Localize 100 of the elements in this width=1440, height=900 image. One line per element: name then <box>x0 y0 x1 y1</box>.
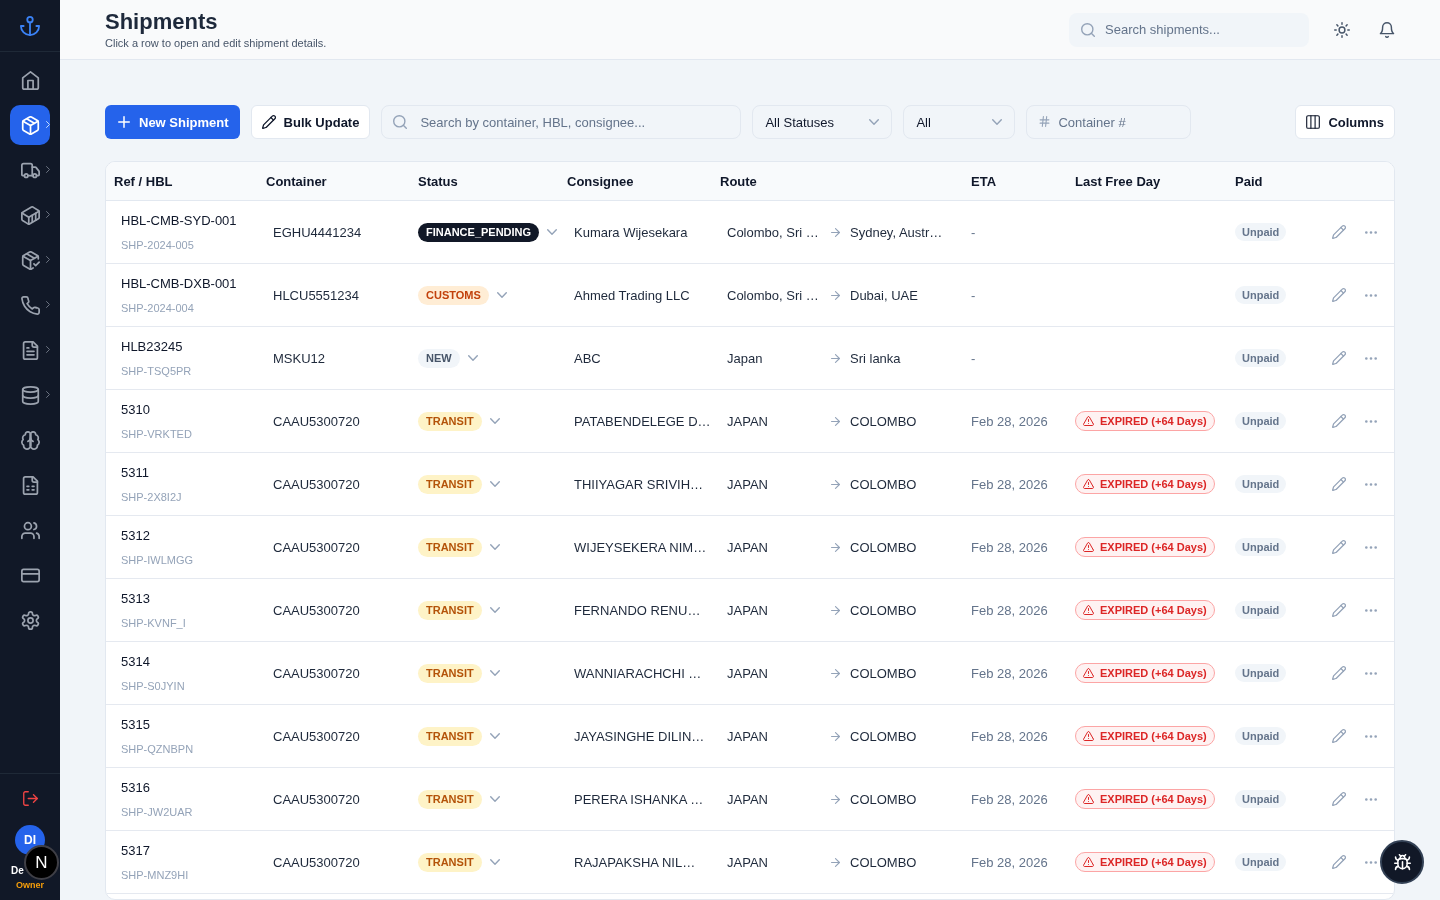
consignee-name: PERERA ISHANKA … <box>574 791 704 807</box>
route-destination: COLOMBO <box>850 476 917 492</box>
chevron-down-icon[interactable] <box>489 607 500 613</box>
ellipsis-icon[interactable] <box>1365 482 1377 486</box>
warning-icon <box>1083 479 1094 489</box>
bug-report-button[interactable] <box>1380 840 1424 884</box>
chevron-down-icon[interactable] <box>467 355 478 361</box>
pencil-icon[interactable] <box>1332 729 1346 743</box>
expired-badge: EXPIRED (+64 Days) <box>1075 726 1215 746</box>
users-icon <box>20 520 40 540</box>
eta-date: - <box>971 224 976 240</box>
payment-status-badge: Unpaid <box>1235 538 1287 556</box>
sidebar-item[interactable] <box>10 105 50 145</box>
bug-icon <box>1393 853 1411 871</box>
pencil-icon[interactable] <box>1332 792 1346 806</box>
package-icon <box>20 115 40 135</box>
logout-icon <box>22 790 38 806</box>
search-field[interactable]: Search shipments... <box>1069 12 1309 47</box>
shipment-id: SHP-QZNBPN <box>121 741 194 756</box>
ellipsis-icon[interactable] <box>1365 419 1377 423</box>
ref-number: 5312 <box>121 527 150 544</box>
ellipsis-icon[interactable] <box>1365 797 1377 801</box>
route-origin: Colombo, Sri … <box>727 224 820 240</box>
eta-date: Feb 28, 2026 <box>971 791 1048 807</box>
pencil-icon[interactable] <box>1332 540 1346 554</box>
filter-select[interactable]: All <box>903 105 1016 139</box>
expired-badge: EXPIRED (+64 Days) <box>1075 852 1215 872</box>
ellipsis-icon[interactable] <box>1365 608 1377 612</box>
ref-number: 5317 <box>121 842 150 859</box>
eta-date: Feb 28, 2026 <box>971 539 1048 555</box>
logout-button[interactable] <box>20 788 40 808</box>
arrow-right-icon <box>831 227 840 237</box>
ellipsis-icon[interactable] <box>1365 671 1377 675</box>
ellipsis-icon[interactable] <box>1365 356 1377 360</box>
truck-icon <box>20 160 40 180</box>
warning-icon <box>1083 605 1094 615</box>
chevron-down-icon[interactable] <box>489 670 500 676</box>
chevron-down-icon[interactable] <box>489 733 500 739</box>
ellipsis-icon[interactable] <box>1365 860 1377 864</box>
ellipsis-icon[interactable] <box>1365 734 1377 738</box>
chevron-right-icon <box>46 301 50 308</box>
ellipsis-icon[interactable] <box>1365 230 1377 234</box>
ref-number: 5313 <box>121 590 150 607</box>
chevron-down-icon[interactable] <box>496 292 507 298</box>
consignee-name: Ahmed Trading LLC <box>574 287 690 303</box>
container-number: CAAU5300720 <box>273 665 360 681</box>
shipment-id: SHP-S0JYIN <box>121 678 185 693</box>
warning-icon <box>1083 416 1094 426</box>
container-number: CAAU5300720 <box>273 539 360 555</box>
container-number: MSKU12 <box>273 350 326 366</box>
columns-button[interactable]: Columns <box>1295 105 1395 139</box>
route-origin: Colombo, Sri … <box>727 287 820 303</box>
ref-number: HLB23245 <box>121 338 183 355</box>
eta-date: Feb 28, 2026 <box>971 602 1048 618</box>
search-field[interactable]: Search by container, HBL, consignee... <box>381 105 742 139</box>
chevron-right-icon <box>46 211 50 218</box>
document-icon <box>20 340 40 360</box>
status-badge: TRANSIT <box>418 726 482 746</box>
pencil-icon[interactable] <box>1332 666 1346 680</box>
search-icon <box>393 115 408 129</box>
route-origin: JAPAN <box>727 602 769 618</box>
pencil-icon[interactable] <box>1332 288 1346 302</box>
status-select[interactable]: All Statuses <box>752 105 893 139</box>
new-shipment-button[interactable]: New Shipment <box>105 105 240 139</box>
columns-icon <box>1306 115 1321 129</box>
chevron-down-icon[interactable] <box>547 229 558 235</box>
chevron-down-icon[interactable] <box>489 859 500 865</box>
payment-status-badge: Unpaid <box>1235 349 1287 367</box>
pencil-icon[interactable] <box>1332 603 1346 617</box>
column-header: Container <box>266 173 327 189</box>
container-number: CAAU5300720 <box>273 602 360 618</box>
pencil-icon[interactable] <box>1332 855 1346 869</box>
route-origin: JAPAN <box>727 854 769 870</box>
chevron-down-icon[interactable] <box>489 796 500 802</box>
column-header: Ref / HBL <box>114 173 173 189</box>
consignee-name: ABC <box>574 350 601 366</box>
column-header: Paid <box>1235 173 1263 189</box>
route-destination: COLOMBO <box>850 728 917 744</box>
route-destination: Dubai, UAE <box>850 287 918 303</box>
pencil-icon[interactable] <box>1332 225 1346 239</box>
container-field[interactable]: Container # <box>1026 105 1192 139</box>
chevron-down-icon[interactable] <box>489 418 500 424</box>
chevron-down-icon[interactable] <box>489 544 500 550</box>
column-header: ETA <box>971 173 997 189</box>
ellipsis-icon[interactable] <box>1365 545 1377 549</box>
pencil-icon[interactable] <box>1332 477 1346 491</box>
pencil-icon[interactable] <box>1332 414 1346 428</box>
chevron-right-icon <box>46 346 50 353</box>
chevron-right-icon <box>46 166 50 173</box>
consignee-name: JAYASINGHE DILIN… <box>574 728 705 744</box>
pencil-icon[interactable] <box>1332 351 1346 365</box>
ellipsis-icon[interactable] <box>1365 293 1377 297</box>
bulk-update-button[interactable]: Bulk Update <box>250 105 371 139</box>
shipment-id: SHP-TSQ5PR <box>121 363 192 378</box>
chevron-down-icon[interactable] <box>489 481 500 487</box>
expired-badge: EXPIRED (+64 Days) <box>1075 600 1215 620</box>
expired-badge: EXPIRED (+64 Days) <box>1075 537 1215 557</box>
arrow-right-icon <box>831 416 840 426</box>
status-badge: TRANSIT <box>418 789 482 809</box>
route-origin: JAPAN <box>727 728 769 744</box>
